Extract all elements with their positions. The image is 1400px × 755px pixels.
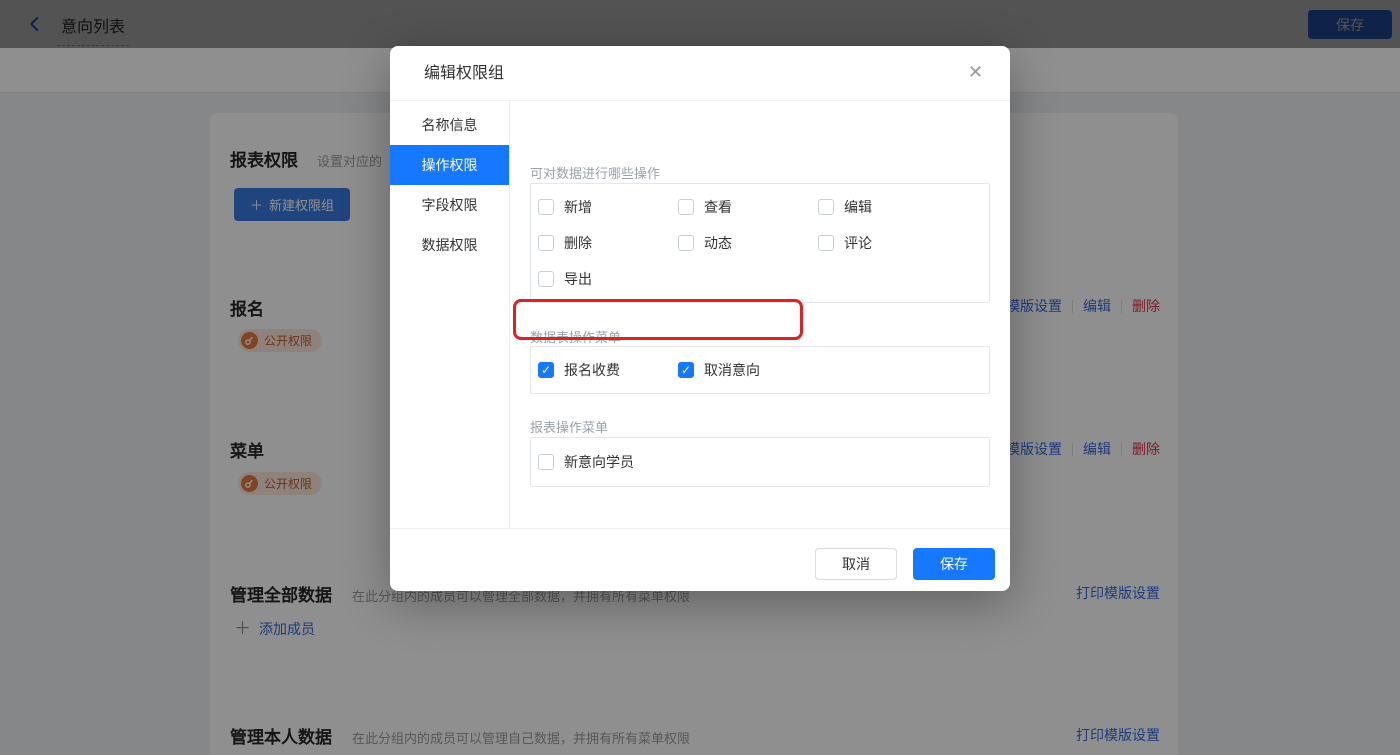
checkbox[interactable] xyxy=(678,199,694,215)
checkbox-item[interactable]: 新意向学员 xyxy=(538,444,678,480)
table-menu-checkbox-group: 报名收费 取消意向 xyxy=(530,346,990,394)
checkbox-item[interactable]: 动态 xyxy=(678,225,818,261)
checkbox[interactable] xyxy=(678,235,694,251)
checkbox[interactable] xyxy=(818,235,834,251)
dialog-content: 可对数据进行哪些操作 新增 查看 编辑 删除 xyxy=(530,101,990,528)
checkbox[interactable] xyxy=(538,454,554,470)
close-icon[interactable]: ✕ xyxy=(968,63,983,81)
checkbox[interactable] xyxy=(818,199,834,215)
save-button[interactable]: 保存 xyxy=(913,548,995,580)
checkbox-checked[interactable] xyxy=(538,362,554,378)
edit-perm-group-dialog: 编辑权限组 ✕ 名称信息 操作权限 字段权限 数据权限 可对数据进行哪些操作 新… xyxy=(390,46,1010,591)
dialog-header: 编辑权限组 ✕ xyxy=(390,46,1010,101)
op-checkbox-group: 新增 查看 编辑 删除 动态 xyxy=(530,183,990,303)
checkbox-item[interactable]: 查看 xyxy=(678,189,818,225)
tab-name-info[interactable]: 名称信息 xyxy=(390,105,509,145)
topbar-overlay xyxy=(0,0,1400,48)
checkbox[interactable] xyxy=(538,271,554,287)
table-menu-section-label: 数据表操作菜单 xyxy=(530,327,621,346)
footer-divider xyxy=(390,528,1010,529)
checkbox-item[interactable]: 新增 xyxy=(538,189,678,225)
checkbox-item[interactable]: 评论 xyxy=(818,225,989,261)
checkbox[interactable] xyxy=(538,199,554,215)
dialog-title: 编辑权限组 xyxy=(424,46,504,101)
checkbox-checked[interactable] xyxy=(678,362,694,378)
checkbox-item[interactable]: 导出 xyxy=(538,261,678,297)
cancel-button[interactable]: 取消 xyxy=(815,548,897,580)
checkbox-item[interactable]: 删除 xyxy=(538,225,678,261)
tab-field-perm[interactable]: 字段权限 xyxy=(390,185,509,225)
report-menu-section-label: 报表操作菜单 xyxy=(530,417,608,436)
checkbox[interactable] xyxy=(538,235,554,251)
op-section-label: 可对数据进行哪些操作 xyxy=(530,163,660,182)
screen: 意向列表 保存 ✕ 报表权限 设置对应的「 ＋ 新建权限组 报名 公开权限 打印 xyxy=(0,0,1400,755)
tab-data-perm[interactable]: 数据权限 xyxy=(390,225,509,265)
checkbox-item[interactable]: 报名收费 xyxy=(538,352,678,388)
tab-operation-perm[interactable]: 操作权限 xyxy=(390,145,509,185)
dialog-tabs: 名称信息 操作权限 字段权限 数据权限 xyxy=(390,101,510,528)
checkbox-item[interactable]: 编辑 xyxy=(818,189,989,225)
report-menu-checkbox-group: 新意向学员 xyxy=(530,437,990,487)
checkbox-item[interactable]: 取消意向 xyxy=(678,352,818,388)
